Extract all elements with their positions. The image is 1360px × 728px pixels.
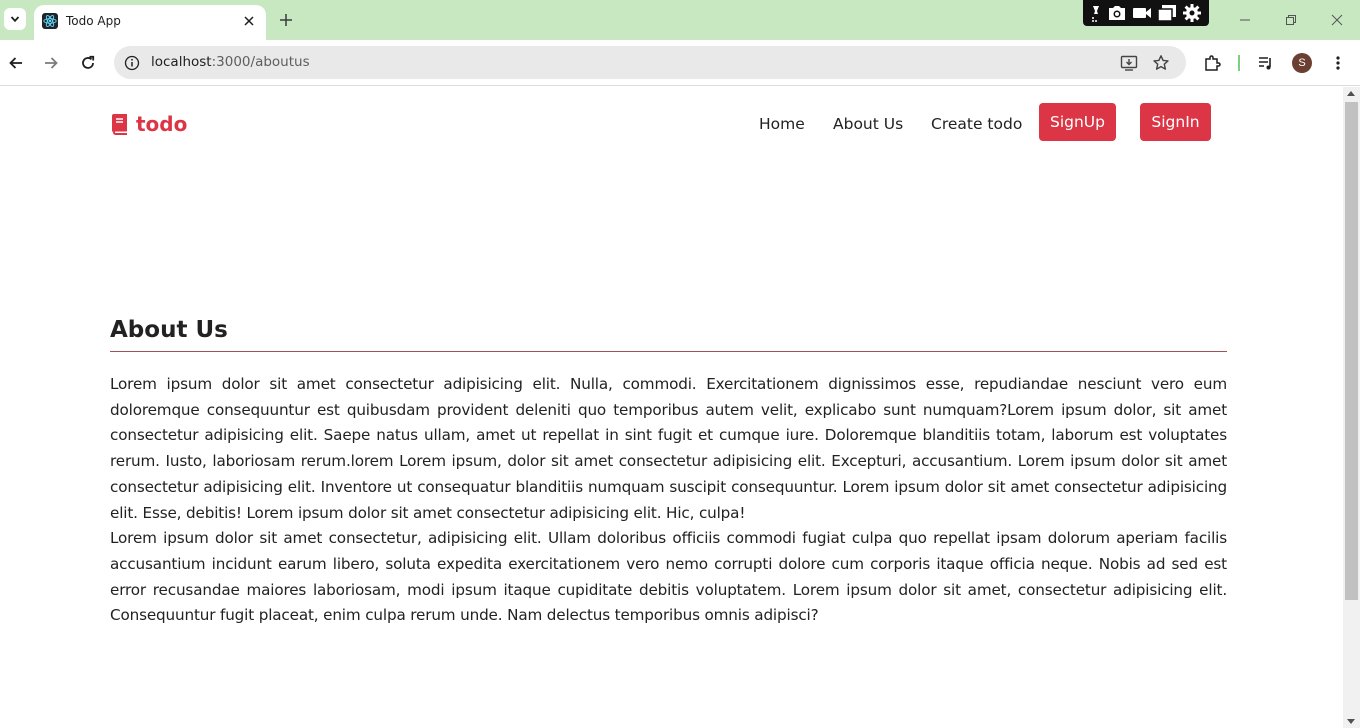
reload-icon xyxy=(82,55,95,69)
signup-button[interactable]: SignUp xyxy=(1039,103,1116,141)
toolbar-divider xyxy=(1238,55,1240,71)
close-icon xyxy=(244,16,254,26)
windows-icon[interactable] xyxy=(1157,4,1177,22)
nav-link-about-us[interactable]: About Us xyxy=(833,115,903,133)
signin-button[interactable]: SignIn xyxy=(1140,103,1211,141)
minimize-button[interactable] xyxy=(1233,8,1257,32)
about-paragraph: Lorem ipsum dolor sit amet consectetur a… xyxy=(110,375,1227,522)
tab-search-button[interactable] xyxy=(4,8,26,30)
install-icon xyxy=(1120,55,1138,71)
install-app-button[interactable] xyxy=(1118,52,1140,74)
minimize-icon xyxy=(1240,19,1250,21)
more-vertical-icon xyxy=(1336,56,1340,70)
page-viewport: todo Home About Us Create todo SignUp Si… xyxy=(0,87,1343,728)
back-button[interactable] xyxy=(4,51,28,75)
react-icon xyxy=(42,13,58,29)
close-window-button[interactable] xyxy=(1325,8,1349,32)
info-icon xyxy=(124,55,140,71)
plus-icon xyxy=(280,14,292,26)
playlist-music-icon xyxy=(1259,57,1271,70)
url-text[interactable]: localhost:3000/aboutus xyxy=(151,54,310,70)
browser-tabstrip: Todo App xyxy=(0,0,1360,40)
url-path: :3000/aboutus xyxy=(211,54,310,70)
browser-tab-active[interactable]: Todo App xyxy=(34,5,266,40)
forward-button[interactable] xyxy=(39,51,63,75)
video-camera-icon[interactable] xyxy=(1132,5,1152,21)
restore-button[interactable] xyxy=(1279,8,1303,32)
puzzle-icon xyxy=(1205,55,1221,71)
brand-name: todo xyxy=(136,112,188,136)
restore-icon xyxy=(1286,15,1296,25)
extensions-button[interactable] xyxy=(1200,51,1224,75)
browser-toolbar: localhost:3000/aboutus S xyxy=(0,40,1360,86)
brand-logo[interactable]: todo xyxy=(110,113,187,135)
site-navbar: todo Home About Us Create todo SignUp Si… xyxy=(110,103,1227,143)
scrollbar-thumb[interactable] xyxy=(1345,102,1358,600)
camera-icon[interactable] xyxy=(1107,4,1127,22)
chevron-down-icon xyxy=(10,16,20,23)
address-bar[interactable]: localhost:3000/aboutus xyxy=(114,46,1186,79)
tab-title: Todo App xyxy=(66,14,121,28)
capture-toolbar xyxy=(1083,0,1209,26)
pin-icon[interactable] xyxy=(1090,2,1102,24)
url-host: localhost xyxy=(151,54,212,70)
page-title: About Us xyxy=(110,315,1227,352)
bookmark-button[interactable] xyxy=(1150,52,1172,74)
gear-icon[interactable] xyxy=(1182,3,1202,23)
scroll-up-arrow-icon[interactable] xyxy=(1347,91,1355,96)
reload-button[interactable] xyxy=(76,51,100,75)
about-section: About Us Lorem ipsum dolor sit amet cons… xyxy=(110,315,1227,629)
nav-link-create-todo[interactable]: Create todo xyxy=(931,115,1022,133)
media-control-button[interactable] xyxy=(1254,51,1278,75)
arrow-right-icon xyxy=(45,57,58,69)
profile-avatar[interactable]: S xyxy=(1292,53,1312,73)
book-icon xyxy=(112,113,127,135)
new-tab-button[interactable] xyxy=(276,10,296,30)
star-icon xyxy=(1153,55,1169,70)
tab-close-button[interactable] xyxy=(240,12,258,30)
vertical-scrollbar[interactable] xyxy=(1343,87,1360,728)
arrow-left-icon xyxy=(9,57,22,69)
close-icon xyxy=(1331,14,1343,26)
site-info-button[interactable] xyxy=(122,53,142,73)
scroll-down-arrow-icon[interactable] xyxy=(1347,719,1355,724)
nav-link-home[interactable]: Home xyxy=(759,115,805,133)
about-paragraph: Lorem ipsum dolor sit amet consectetur, … xyxy=(110,529,1227,625)
browser-menu-button[interactable] xyxy=(1326,51,1350,75)
